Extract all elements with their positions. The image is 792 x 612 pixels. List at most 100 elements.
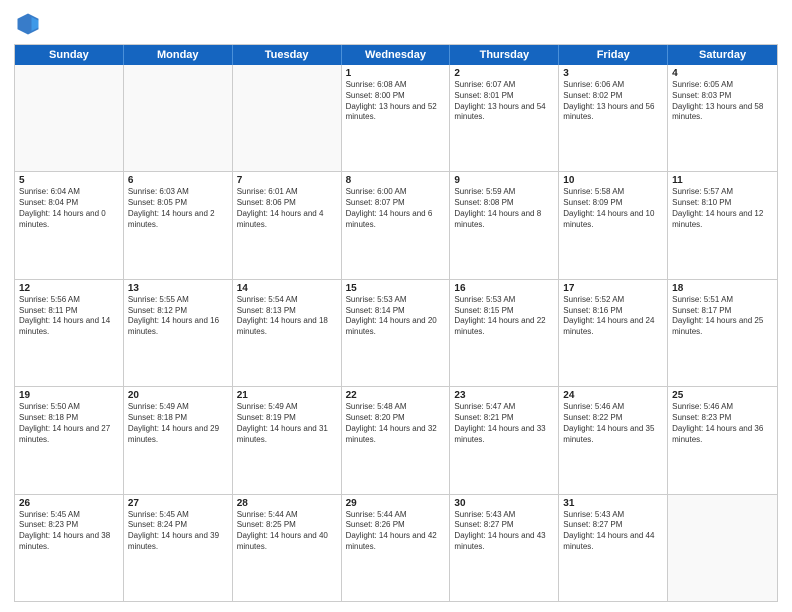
- day-number: 10: [563, 175, 663, 186]
- day-info: Sunrise: 5:54 AMSunset: 8:13 PMDaylight:…: [237, 295, 337, 338]
- cal-cell-21: 21Sunrise: 5:49 AMSunset: 8:19 PMDayligh…: [233, 387, 342, 493]
- day-number: 13: [128, 283, 228, 294]
- day-info: Sunrise: 5:56 AMSunset: 8:11 PMDaylight:…: [19, 295, 119, 338]
- day-info: Sunrise: 6:04 AMSunset: 8:04 PMDaylight:…: [19, 187, 119, 230]
- day-info: Sunrise: 5:52 AMSunset: 8:16 PMDaylight:…: [563, 295, 663, 338]
- cal-cell-19: 19Sunrise: 5:50 AMSunset: 8:18 PMDayligh…: [15, 387, 124, 493]
- day-number: 14: [237, 283, 337, 294]
- day-number: 3: [563, 68, 663, 79]
- cal-week-2: 5Sunrise: 6:04 AMSunset: 8:04 PMDaylight…: [15, 172, 777, 279]
- day-info: Sunrise: 5:46 AMSunset: 8:22 PMDaylight:…: [563, 402, 663, 445]
- day-info: Sunrise: 6:00 AMSunset: 8:07 PMDaylight:…: [346, 187, 446, 230]
- day-number: 23: [454, 390, 554, 401]
- day-info: Sunrise: 5:55 AMSunset: 8:12 PMDaylight:…: [128, 295, 228, 338]
- calendar-body: 1Sunrise: 6:08 AMSunset: 8:00 PMDaylight…: [15, 65, 777, 601]
- day-number: 22: [346, 390, 446, 401]
- cal-cell-22: 22Sunrise: 5:48 AMSunset: 8:20 PMDayligh…: [342, 387, 451, 493]
- cal-cell-12: 12Sunrise: 5:56 AMSunset: 8:11 PMDayligh…: [15, 280, 124, 386]
- cal-cell-empty-0-2: [233, 65, 342, 171]
- cal-cell-3: 3Sunrise: 6:06 AMSunset: 8:02 PMDaylight…: [559, 65, 668, 171]
- day-number: 2: [454, 68, 554, 79]
- day-number: 7: [237, 175, 337, 186]
- cal-header-thursday: Thursday: [450, 45, 559, 65]
- cal-week-1: 1Sunrise: 6:08 AMSunset: 8:00 PMDaylight…: [15, 65, 777, 172]
- cal-cell-28: 28Sunrise: 5:44 AMSunset: 8:25 PMDayligh…: [233, 495, 342, 601]
- page: SundayMondayTuesdayWednesdayThursdayFrid…: [0, 0, 792, 612]
- cal-cell-1: 1Sunrise: 6:08 AMSunset: 8:00 PMDaylight…: [342, 65, 451, 171]
- day-info: Sunrise: 5:49 AMSunset: 8:18 PMDaylight:…: [128, 402, 228, 445]
- cal-header-friday: Friday: [559, 45, 668, 65]
- cal-cell-18: 18Sunrise: 5:51 AMSunset: 8:17 PMDayligh…: [668, 280, 777, 386]
- cal-cell-4: 4Sunrise: 6:05 AMSunset: 8:03 PMDaylight…: [668, 65, 777, 171]
- cal-cell-30: 30Sunrise: 5:43 AMSunset: 8:27 PMDayligh…: [450, 495, 559, 601]
- day-number: 17: [563, 283, 663, 294]
- cal-header-wednesday: Wednesday: [342, 45, 451, 65]
- cal-cell-23: 23Sunrise: 5:47 AMSunset: 8:21 PMDayligh…: [450, 387, 559, 493]
- day-info: Sunrise: 5:44 AMSunset: 8:25 PMDaylight:…: [237, 510, 337, 553]
- day-info: Sunrise: 5:57 AMSunset: 8:10 PMDaylight:…: [672, 187, 773, 230]
- cal-cell-2: 2Sunrise: 6:07 AMSunset: 8:01 PMDaylight…: [450, 65, 559, 171]
- day-info: Sunrise: 6:08 AMSunset: 8:00 PMDaylight:…: [346, 80, 446, 123]
- cal-header-sunday: Sunday: [15, 45, 124, 65]
- day-number: 31: [563, 498, 663, 509]
- cal-cell-11: 11Sunrise: 5:57 AMSunset: 8:10 PMDayligh…: [668, 172, 777, 278]
- cal-cell-9: 9Sunrise: 5:59 AMSunset: 8:08 PMDaylight…: [450, 172, 559, 278]
- cal-header-monday: Monday: [124, 45, 233, 65]
- day-number: 25: [672, 390, 773, 401]
- cal-cell-26: 26Sunrise: 5:45 AMSunset: 8:23 PMDayligh…: [15, 495, 124, 601]
- cal-week-4: 19Sunrise: 5:50 AMSunset: 8:18 PMDayligh…: [15, 387, 777, 494]
- day-number: 30: [454, 498, 554, 509]
- day-number: 28: [237, 498, 337, 509]
- day-info: Sunrise: 6:05 AMSunset: 8:03 PMDaylight:…: [672, 80, 773, 123]
- day-number: 18: [672, 283, 773, 294]
- calendar-header-row: SundayMondayTuesdayWednesdayThursdayFrid…: [15, 45, 777, 65]
- day-number: 1: [346, 68, 446, 79]
- logo-icon: [14, 10, 42, 38]
- day-info: Sunrise: 5:58 AMSunset: 8:09 PMDaylight:…: [563, 187, 663, 230]
- day-number: 6: [128, 175, 228, 186]
- day-number: 11: [672, 175, 773, 186]
- day-number: 5: [19, 175, 119, 186]
- cal-cell-7: 7Sunrise: 6:01 AMSunset: 8:06 PMDaylight…: [233, 172, 342, 278]
- day-number: 29: [346, 498, 446, 509]
- cal-cell-20: 20Sunrise: 5:49 AMSunset: 8:18 PMDayligh…: [124, 387, 233, 493]
- cal-cell-empty-4-6: [668, 495, 777, 601]
- cal-cell-10: 10Sunrise: 5:58 AMSunset: 8:09 PMDayligh…: [559, 172, 668, 278]
- day-info: Sunrise: 5:53 AMSunset: 8:14 PMDaylight:…: [346, 295, 446, 338]
- cal-cell-24: 24Sunrise: 5:46 AMSunset: 8:22 PMDayligh…: [559, 387, 668, 493]
- day-info: Sunrise: 5:46 AMSunset: 8:23 PMDaylight:…: [672, 402, 773, 445]
- day-info: Sunrise: 6:07 AMSunset: 8:01 PMDaylight:…: [454, 80, 554, 123]
- day-number: 20: [128, 390, 228, 401]
- day-number: 16: [454, 283, 554, 294]
- day-number: 12: [19, 283, 119, 294]
- day-number: 19: [19, 390, 119, 401]
- day-number: 8: [346, 175, 446, 186]
- day-info: Sunrise: 5:59 AMSunset: 8:08 PMDaylight:…: [454, 187, 554, 230]
- cal-week-3: 12Sunrise: 5:56 AMSunset: 8:11 PMDayligh…: [15, 280, 777, 387]
- day-number: 21: [237, 390, 337, 401]
- day-number: 15: [346, 283, 446, 294]
- day-info: Sunrise: 6:06 AMSunset: 8:02 PMDaylight:…: [563, 80, 663, 123]
- cal-week-5: 26Sunrise: 5:45 AMSunset: 8:23 PMDayligh…: [15, 495, 777, 601]
- day-info: Sunrise: 5:47 AMSunset: 8:21 PMDaylight:…: [454, 402, 554, 445]
- day-info: Sunrise: 5:43 AMSunset: 8:27 PMDaylight:…: [563, 510, 663, 553]
- cal-cell-8: 8Sunrise: 6:00 AMSunset: 8:07 PMDaylight…: [342, 172, 451, 278]
- day-number: 4: [672, 68, 773, 79]
- day-info: Sunrise: 5:45 AMSunset: 8:23 PMDaylight:…: [19, 510, 119, 553]
- cal-cell-empty-0-1: [124, 65, 233, 171]
- day-info: Sunrise: 5:43 AMSunset: 8:27 PMDaylight:…: [454, 510, 554, 553]
- day-info: Sunrise: 5:45 AMSunset: 8:24 PMDaylight:…: [128, 510, 228, 553]
- day-number: 26: [19, 498, 119, 509]
- logo: [14, 10, 46, 38]
- cal-cell-27: 27Sunrise: 5:45 AMSunset: 8:24 PMDayligh…: [124, 495, 233, 601]
- day-info: Sunrise: 5:53 AMSunset: 8:15 PMDaylight:…: [454, 295, 554, 338]
- cal-cell-16: 16Sunrise: 5:53 AMSunset: 8:15 PMDayligh…: [450, 280, 559, 386]
- day-info: Sunrise: 5:44 AMSunset: 8:26 PMDaylight:…: [346, 510, 446, 553]
- day-number: 24: [563, 390, 663, 401]
- cal-header-tuesday: Tuesday: [233, 45, 342, 65]
- cal-cell-17: 17Sunrise: 5:52 AMSunset: 8:16 PMDayligh…: [559, 280, 668, 386]
- header: [14, 10, 778, 38]
- cal-cell-14: 14Sunrise: 5:54 AMSunset: 8:13 PMDayligh…: [233, 280, 342, 386]
- day-info: Sunrise: 5:48 AMSunset: 8:20 PMDaylight:…: [346, 402, 446, 445]
- cal-cell-5: 5Sunrise: 6:04 AMSunset: 8:04 PMDaylight…: [15, 172, 124, 278]
